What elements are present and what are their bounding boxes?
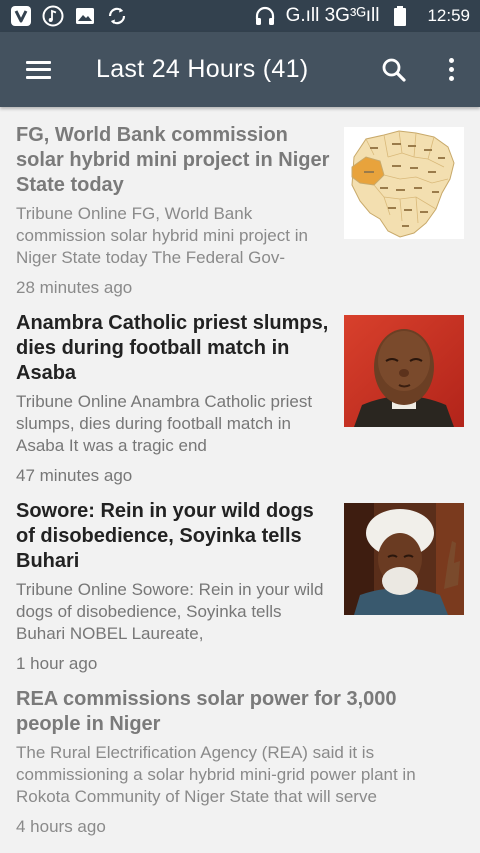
article-summary: The Rural Electrification Agency (REA) s…: [16, 743, 416, 806]
article-title: FG, World Bank commission solar hybrid m…: [16, 124, 330, 196]
article-text: Anambra Catholic priest slumps, dies dur…: [16, 311, 334, 487]
headphones-icon: [254, 5, 276, 27]
article-feed[interactable]: FG, World Bank commission solar hybrid m…: [0, 107, 480, 853]
article-thumbnail-map: [344, 127, 464, 239]
search-button[interactable]: [366, 32, 422, 107]
article-item[interactable]: REA commissions solar power for 3,000 pe…: [0, 687, 480, 838]
more-vert-icon: [448, 58, 454, 81]
article-title: REA commissions solar power for 3,000 pe…: [16, 688, 397, 735]
status-bar-right: G.ıll 3G³ᴳıll 12:59: [254, 5, 470, 27]
menu-button[interactable]: [0, 32, 76, 107]
more-options-button[interactable]: [422, 32, 480, 107]
article-title: Anambra Catholic priest slumps, dies dur…: [16, 312, 329, 384]
clock: 12:59: [427, 6, 470, 25]
status-bar: G.ıll 3G³ᴳıll 12:59: [0, 0, 480, 32]
battery-icon: [389, 5, 411, 27]
app-bar: Last 24 Hours (41): [0, 32, 480, 107]
article-text: REA commissions solar power for 3,000 pe…: [16, 687, 464, 838]
article-thumbnail-priest: [344, 315, 464, 427]
article-item[interactable]: Anambra Catholic priest slumps, dies dur…: [0, 311, 480, 487]
v-app-icon: [10, 5, 32, 27]
article-time: 47 minutes ago: [16, 466, 133, 485]
article-thumbnail-soyinka: [344, 503, 464, 615]
article-item[interactable]: Sowore: Rein in your wild dogs of disobe…: [0, 499, 480, 675]
article-summary: Tribune Online FG, World Bank commission…: [16, 204, 308, 267]
status-bar-left: [10, 5, 128, 27]
article-time: 28 minutes ago: [16, 278, 133, 297]
article-text: FG, World Bank commission solar hybrid m…: [16, 123, 334, 299]
search-icon: [382, 58, 406, 82]
network-indicator: G.ıll 3G³ᴳıll: [285, 5, 380, 26]
article-summary: Tribune Online Anambra Catholic priest s…: [16, 392, 313, 455]
hamburger-menu-icon: [25, 60, 51, 79]
image-icon: [74, 5, 96, 27]
sync-icon: [106, 5, 128, 27]
music-icon: [42, 5, 64, 27]
article-summary: Tribune Online Sowore: Rein in your wild…: [16, 580, 324, 643]
article-title: Sowore: Rein in your wild dogs of disobe…: [16, 500, 314, 572]
article-text: Sowore: Rein in your wild dogs of disobe…: [16, 499, 334, 675]
article-time: 4 hours ago: [16, 817, 106, 836]
article-time: 1 hour ago: [16, 654, 98, 673]
page-title: Last 24 Hours (41): [96, 55, 309, 83]
article-item[interactable]: FG, World Bank commission solar hybrid m…: [0, 123, 480, 299]
